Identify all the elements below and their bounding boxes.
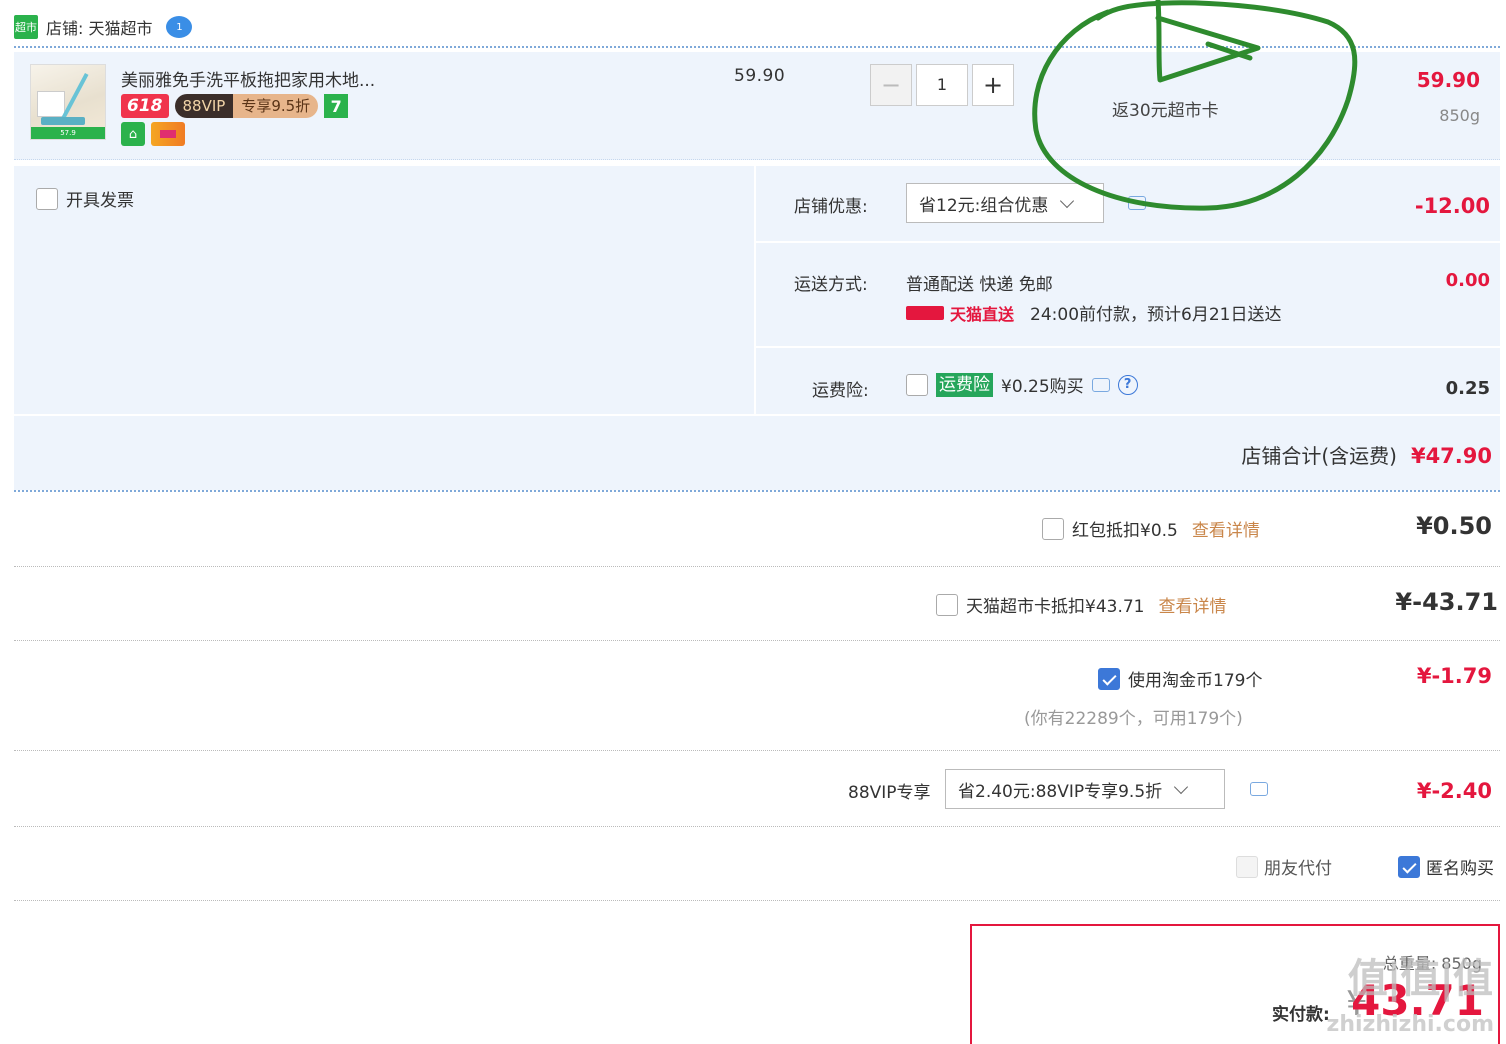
insurance-checkbox[interactable] xyxy=(906,373,928,396)
comment-icon[interactable] xyxy=(1091,377,1110,392)
invoice-option[interactable]: 开具发票 xyxy=(36,186,134,211)
divider xyxy=(14,46,1500,48)
bag-service-icon: ⌂ xyxy=(121,122,145,146)
taojinbi-option[interactable]: 使用淘金币179个 xyxy=(1098,666,1262,691)
taojinbi-amount: ¥-1.79 xyxy=(1416,664,1492,688)
redpacket-details-link[interactable]: 查看详情 xyxy=(1192,516,1260,541)
anonymous-checkbox[interactable] xyxy=(1398,855,1420,878)
quantity-stepper: − 1 + xyxy=(870,64,1014,106)
shipping-method: 普通配送 快递 免邮 xyxy=(906,275,1053,295)
insurance-amount: 0.25 xyxy=(1445,378,1490,399)
tag-88vip-discount: 专享9.5折 xyxy=(233,94,319,118)
tag-88vip-label: 88VIP xyxy=(174,94,234,118)
friend-pay-label: 朋友代付 xyxy=(1264,859,1332,879)
vip-label: 88VIP专享 xyxy=(848,783,931,803)
vip-discount-amount: ¥-2.40 xyxy=(1416,779,1492,803)
product-thumbnail[interactable]: 57.9 xyxy=(30,64,106,140)
supermarket-card-option[interactable]: 天猫超市卡抵扣¥43.71 查看详情 xyxy=(936,592,1226,617)
insurance-tag: 运费险 xyxy=(936,372,993,397)
tmall-direct-label: 天猫直送 xyxy=(950,304,1015,324)
taojinbi-note: (你有22289个，可用179个) xyxy=(1024,709,1243,729)
insurance-label: 运费险: xyxy=(812,381,869,401)
divider xyxy=(756,241,1500,243)
redpacket-label: 红包抵扣¥0.5 xyxy=(1072,521,1178,541)
redpacket-option[interactable]: 红包抵扣¥0.5 查看详情 xyxy=(1042,516,1260,541)
shipping-amount: 0.00 xyxy=(1445,270,1490,291)
comment-icon[interactable] xyxy=(1250,782,1268,796)
unit-price: 59.90 xyxy=(734,66,786,86)
anonymous-option[interactable]: 匿名购买 xyxy=(1398,854,1494,879)
divider xyxy=(14,490,1500,492)
product-tags: 618 88VIP 专享9.5折 7 xyxy=(121,94,349,118)
divider xyxy=(14,750,1500,751)
product-title[interactable]: 美丽雅免手洗平板拖把家用木地... xyxy=(121,66,375,91)
taojinbi-checkbox[interactable] xyxy=(1098,667,1120,690)
tmall-supermarket-icon: 超市 xyxy=(14,15,38,39)
help-icon[interactable]: ? xyxy=(1117,374,1138,395)
store-total-label: 店铺合计(含运费) xyxy=(1241,444,1397,468)
quantity-input[interactable]: 1 xyxy=(916,64,968,106)
wangwang-chat-icon[interactable]: 1 xyxy=(166,16,193,38)
invoice-checkbox[interactable] xyxy=(36,187,58,210)
store-total-value: ¥47.90 xyxy=(1410,444,1492,468)
supermarket-card-checkbox[interactable] xyxy=(936,593,958,616)
item-weight: 850g xyxy=(1439,106,1480,125)
tmall-logo-icon xyxy=(906,305,944,320)
store-name[interactable]: 店铺: 天猫超市 xyxy=(46,15,152,39)
bucket-shape xyxy=(37,91,65,117)
supermarket-card-label: 天猫超市卡抵扣¥43.71 xyxy=(966,597,1145,617)
watermark-text: zhizhizhi.com xyxy=(1326,1012,1494,1037)
mop-handle-shape xyxy=(61,72,89,120)
decrease-button[interactable]: − xyxy=(870,64,912,106)
vip-discount-value: 省2.40元:88VIP专享9.5折 xyxy=(958,781,1163,802)
friend-pay-option[interactable]: 朋友代付 xyxy=(1236,854,1332,879)
store-discount-select[interactable]: 省12元:组合优惠 xyxy=(906,183,1104,223)
store-discount-label: 店铺优惠: xyxy=(794,197,868,217)
order-options-panel: 店铺优惠: 省12元:组合优惠 -12.00 运送方式: 普通配送 快递 免邮 … xyxy=(756,166,1500,414)
supermarket-card-amount: ¥-43.71 xyxy=(1395,588,1498,616)
anonymous-label: 匿名购买 xyxy=(1426,859,1494,879)
tmall-direct-tag: 天猫直送 xyxy=(906,301,1014,325)
store-discount-value: 省12元:组合优惠 xyxy=(919,195,1049,216)
insurance-price: ¥0.25购买 xyxy=(1001,377,1084,397)
invoice-panel: 开具发票 xyxy=(14,166,754,414)
order-item-row: 57.9 美丽雅免手洗平板拖把家用木地... 618 88VIP 专享9.5折 … xyxy=(14,52,1500,160)
thumbnail-price: 57.9 xyxy=(31,127,105,139)
shipping-label: 运送方式: xyxy=(794,275,868,295)
divider xyxy=(14,826,1500,827)
friend-pay-checkbox[interactable] xyxy=(1236,855,1258,878)
tag-88vip: 88VIP 专享9.5折 xyxy=(174,94,319,118)
seven-day-return-icon: 7 xyxy=(324,94,349,118)
store-discount-amount: -12.00 xyxy=(1414,194,1490,218)
supermarket-card-details-link[interactable]: 查看详情 xyxy=(1158,592,1226,617)
store-total-row: 店铺合计(含运费) ¥47.90 xyxy=(14,416,1500,490)
watermark-logo: 值|值|值 xyxy=(1347,956,1493,1002)
tag-618: 618 xyxy=(121,94,169,118)
divider xyxy=(14,566,1500,567)
store-header: 超市 店铺: 天猫超市 1 xyxy=(14,12,193,42)
store-total: 店铺合计(含运费) ¥47.90 xyxy=(1241,440,1492,469)
insurance-option[interactable]: 运费险 ¥0.25购买 ? xyxy=(906,372,1138,397)
pay-amount-label: 实付款: xyxy=(1272,1005,1330,1025)
chevron-down-icon xyxy=(1174,779,1189,794)
redpacket-checkbox[interactable] xyxy=(1042,517,1064,540)
service-icons: ⌂ xyxy=(121,122,185,146)
redpacket-amount: ¥0.50 xyxy=(1416,512,1492,540)
mop-head-shape xyxy=(41,117,85,125)
chevron-down-icon xyxy=(1060,193,1075,208)
increase-button[interactable]: + xyxy=(972,64,1014,106)
card-service-icon xyxy=(151,122,185,146)
vip-discount-select[interactable]: 省2.40元:88VIP专享9.5折 xyxy=(945,769,1225,809)
shipping-eta: 24:00前付款，预计6月21日送达 xyxy=(1030,305,1282,325)
invoice-label: 开具发票 xyxy=(66,191,134,211)
divider xyxy=(14,900,1500,901)
shipping-eta-row: 天猫直送 24:00前付款，预计6月21日送达 xyxy=(906,300,1281,325)
taojinbi-label: 使用淘金币179个 xyxy=(1128,671,1263,691)
comment-icon[interactable] xyxy=(1128,196,1146,210)
divider xyxy=(756,346,1500,348)
divider xyxy=(14,640,1500,641)
rebate-text: 返30元超市卡 xyxy=(1112,101,1219,121)
item-subtotal: 59.90 xyxy=(1416,68,1480,92)
